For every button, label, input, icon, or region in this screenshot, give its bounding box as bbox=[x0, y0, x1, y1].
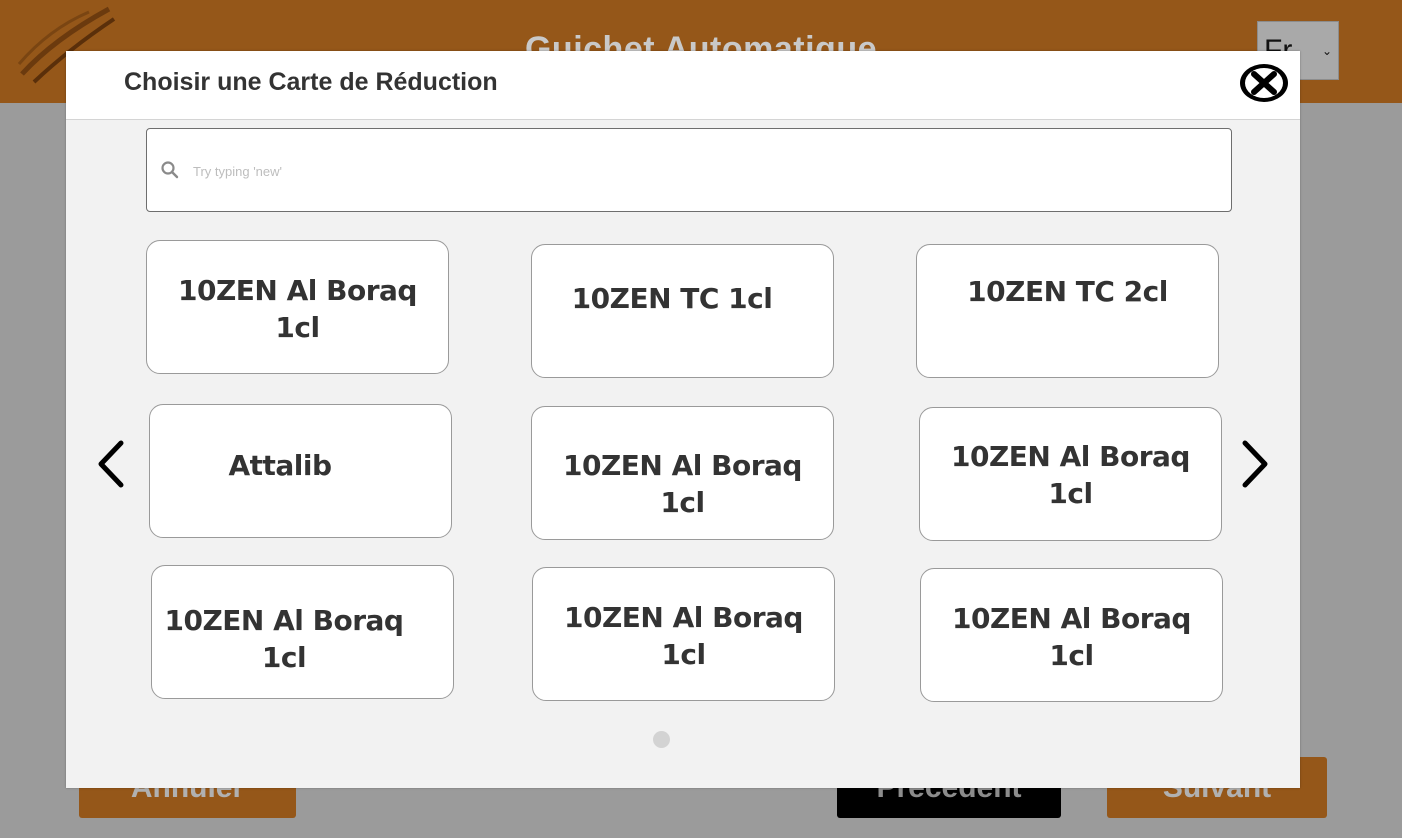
card-label: 10ZEN Al Boraq 1cl bbox=[178, 274, 417, 344]
modal-header: Choisir une Carte de Réduction bbox=[66, 51, 1300, 120]
card-option[interactable]: 10ZEN TC 2cl bbox=[916, 244, 1219, 378]
chevron-down-icon: ⌄ bbox=[1321, 44, 1332, 58]
card-option[interactable]: 10ZEN TC 1cl bbox=[531, 244, 834, 378]
card-label: Attalib bbox=[228, 449, 332, 482]
search-icon bbox=[161, 161, 179, 179]
reduction-card-modal: Choisir une Carte de Réduction 10ZEN Al … bbox=[66, 51, 1300, 788]
card-option[interactable]: 10ZEN Al Boraq 1cl bbox=[532, 567, 835, 701]
card-option[interactable]: 10ZEN Al Boraq 1cl bbox=[919, 407, 1222, 541]
card-label: 10ZEN TC 2cl bbox=[967, 275, 1168, 308]
pagination-dot[interactable] bbox=[653, 731, 670, 748]
card-label: 10ZEN Al Boraq 1cl bbox=[563, 449, 802, 519]
card-label: 10ZEN Al Boraq 1cl bbox=[164, 604, 404, 674]
card-option[interactable]: 10ZEN Al Boraq 1cl bbox=[920, 568, 1223, 702]
chevron-right-icon[interactable] bbox=[1237, 439, 1273, 489]
close-icon[interactable] bbox=[1239, 63, 1289, 103]
card-option[interactable]: Attalib bbox=[149, 404, 452, 538]
card-option[interactable]: 10ZEN Al Boraq 1cl bbox=[146, 240, 449, 374]
card-label: 10ZEN Al Boraq 1cl bbox=[564, 601, 803, 671]
search-input[interactable] bbox=[191, 157, 1095, 185]
modal-title: Choisir une Carte de Réduction bbox=[124, 68, 498, 96]
search-box[interactable] bbox=[146, 128, 1232, 212]
card-option[interactable]: 10ZEN Al Boraq 1cl bbox=[531, 406, 834, 540]
card-label: 10ZEN Al Boraq 1cl bbox=[951, 440, 1190, 510]
card-label: 10ZEN Al Boraq 1cl bbox=[952, 602, 1191, 672]
chevron-left-icon[interactable] bbox=[93, 439, 129, 489]
card-label: 10ZEN TC 1cl bbox=[571, 282, 773, 315]
card-option[interactable]: 10ZEN Al Boraq 1cl bbox=[151, 565, 454, 699]
